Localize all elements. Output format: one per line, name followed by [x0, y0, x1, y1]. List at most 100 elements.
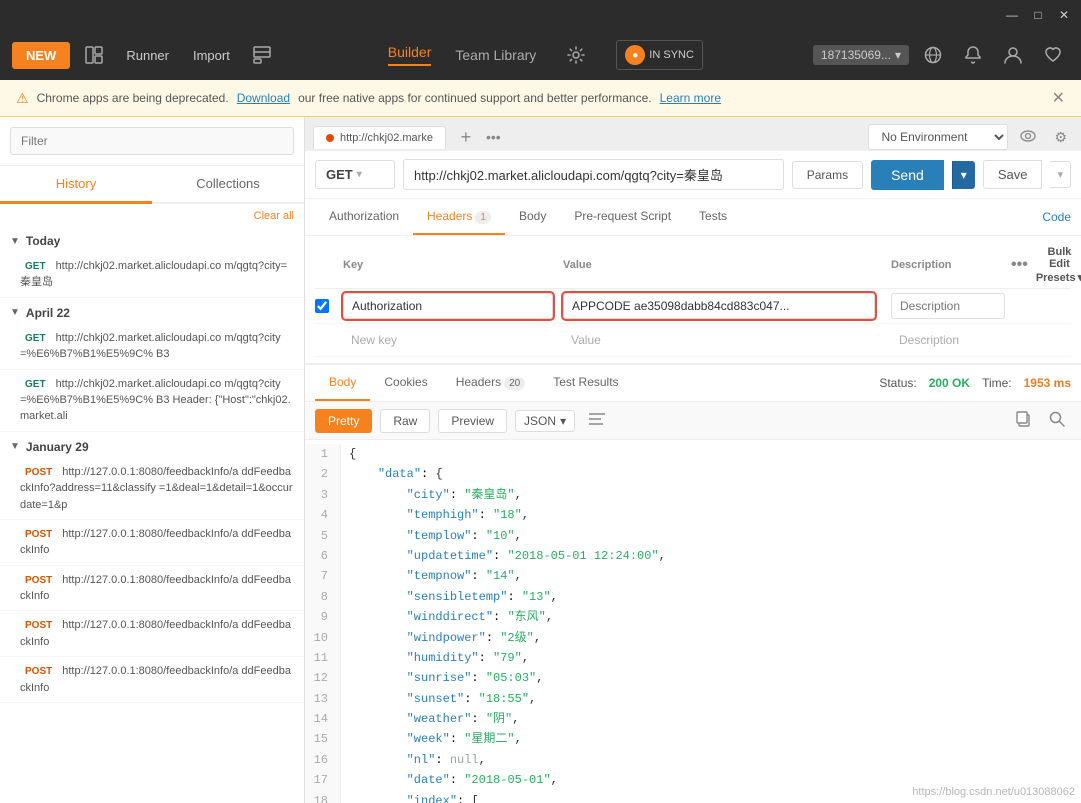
- account-button[interactable]: 187135069... ▾: [813, 45, 909, 65]
- status-value: 200 OK: [929, 376, 970, 390]
- copy-icon[interactable]: [1009, 408, 1037, 433]
- heart-icon[interactable]: [1037, 39, 1069, 71]
- description-input[interactable]: [891, 293, 1005, 319]
- line-content: "week": "星期二",: [349, 729, 1081, 749]
- method-badge: POST: [20, 574, 57, 587]
- layout2-icon[interactable]: [246, 39, 278, 71]
- tab-headers[interactable]: Headers1: [413, 199, 505, 235]
- environment-select[interactable]: No Environment: [868, 124, 1008, 150]
- list-item[interactable]: GEThttp://chkj02.market.alicloudapi.co m…: [0, 324, 304, 370]
- code-line: 12 "sunrise": "05:03",: [305, 668, 1081, 688]
- search-icon[interactable]: [1043, 408, 1071, 433]
- row-checkbox[interactable]: [315, 299, 329, 313]
- titlebar: — □ ✕: [0, 0, 1081, 30]
- send-button[interactable]: Send: [871, 160, 944, 190]
- group-name: Today: [26, 234, 60, 248]
- presets-button[interactable]: Presets ▾: [1036, 271, 1081, 284]
- minimize-button[interactable]: —: [1003, 6, 1021, 24]
- code-link[interactable]: Code: [1042, 210, 1071, 224]
- format-selector[interactable]: JSON ▾: [515, 410, 575, 432]
- value-input[interactable]: [563, 293, 875, 319]
- raw-button[interactable]: Raw: [380, 409, 430, 433]
- resp-tab-headers[interactable]: Headers20: [442, 365, 539, 401]
- code-line: 3 "city": "秦皇岛",: [305, 485, 1081, 505]
- align-icon[interactable]: [583, 409, 611, 432]
- key-column-header: Key: [343, 259, 563, 271]
- warning-close-button[interactable]: ✕: [1052, 88, 1065, 108]
- preview-button[interactable]: Preview: [438, 409, 507, 433]
- bell-icon[interactable]: [957, 39, 989, 71]
- arrow-icon: ▼: [10, 236, 20, 247]
- tab-body[interactable]: Body: [505, 199, 560, 235]
- close-button[interactable]: ✕: [1055, 6, 1073, 24]
- history-url: http://127.0.0.1:8080/feedbackInfo/a ddF…: [20, 665, 291, 693]
- maximize-button[interactable]: □: [1029, 6, 1047, 24]
- code-area: 1{2 "data": {3 "city": "秦皇岛",4 "temphigh…: [305, 440, 1081, 803]
- pretty-button[interactable]: Pretty: [315, 409, 372, 433]
- method-arrow-icon: ▾: [357, 169, 362, 180]
- globe-icon[interactable]: [917, 39, 949, 71]
- user-icon[interactable]: [997, 39, 1029, 71]
- sidebar-tab-collections[interactable]: Collections: [152, 166, 304, 202]
- code-line: 13 "sunset": "18:55",: [305, 689, 1081, 709]
- learn-more-link[interactable]: Learn more: [660, 91, 721, 105]
- tab-more-button[interactable]: •••: [486, 129, 501, 145]
- line-content: "humidity": "79",: [349, 648, 1081, 668]
- tab-authorization[interactable]: Authorization: [315, 199, 413, 235]
- save-button[interactable]: Save: [983, 160, 1043, 189]
- url-input[interactable]: [403, 159, 784, 190]
- method-badge: POST: [20, 466, 57, 479]
- import-button[interactable]: Import: [185, 44, 238, 67]
- history-group-header[interactable]: ▼January 29: [0, 432, 304, 458]
- list-item[interactable]: GEThttp://chkj02.market.alicloudapi.co m…: [0, 370, 304, 432]
- response-toolbar: Pretty Raw Preview JSON ▾: [305, 402, 1081, 440]
- new-button[interactable]: NEW: [12, 42, 70, 69]
- method-badge: GET: [20, 332, 51, 345]
- history-url: http://127.0.0.1:8080/feedbackInfo/a ddF…: [20, 619, 291, 647]
- tab-indicator: [326, 134, 334, 142]
- env-selector: No Environment ⚙: [868, 124, 1073, 150]
- runner-button[interactable]: Runner: [118, 44, 177, 67]
- tab-tests[interactable]: Tests: [685, 199, 741, 235]
- history-group-header[interactable]: ▼April 22: [0, 298, 304, 324]
- settings-icon[interactable]: [560, 39, 592, 71]
- history-group-header[interactable]: ▼ Today: [0, 226, 304, 252]
- method-badge: POST: [20, 528, 57, 541]
- method-selector[interactable]: GET ▾: [315, 160, 395, 189]
- key-input[interactable]: [343, 293, 553, 319]
- env-gear-icon[interactable]: ⚙: [1048, 127, 1073, 148]
- line-content: "sunset": "18:55",: [349, 689, 1081, 709]
- resp-tab-test-results[interactable]: Test Results: [539, 365, 632, 401]
- description-placeholder: Description: [891, 328, 1011, 352]
- line-content: "weather": "阴",: [349, 709, 1081, 729]
- clear-all-button[interactable]: Clear all: [254, 210, 294, 222]
- list-item[interactable]: GEThttp://chkj02.market.alicloudapi.co m…: [0, 252, 304, 298]
- team-library-tab[interactable]: Team Library: [455, 47, 536, 63]
- more-icon[interactable]: •••: [1011, 256, 1028, 274]
- line-content: "tempnow": "14",: [349, 566, 1081, 586]
- list-item[interactable]: POSThttp://127.0.0.1:8080/feedbackInfo/a…: [0, 611, 304, 657]
- builder-tab[interactable]: Builder: [388, 44, 432, 66]
- filter-input[interactable]: [10, 127, 294, 155]
- method-badge: POST: [20, 619, 57, 632]
- bulk-edit-button[interactable]: Bulk Edit: [1036, 246, 1081, 270]
- list-item[interactable]: POSThttp://127.0.0.1:8080/feedbackInfo/a…: [0, 566, 304, 612]
- code-line: 6 "updatetime": "2018-05-01 12:24:00",: [305, 546, 1081, 566]
- tab-pre-request[interactable]: Pre-request Script: [560, 199, 685, 235]
- request-tab[interactable]: http://chkj02.marke: [313, 126, 446, 149]
- new-tab-button[interactable]: +: [452, 123, 480, 151]
- code-line: 18 "index": [: [305, 791, 1081, 803]
- list-item[interactable]: POSThttp://127.0.0.1:8080/feedbackInfo/a…: [0, 657, 304, 703]
- params-button[interactable]: Params: [792, 161, 863, 189]
- list-item[interactable]: POSThttp://127.0.0.1:8080/feedbackInfo/a…: [0, 520, 304, 566]
- resp-tab-cookies[interactable]: Cookies: [370, 365, 441, 401]
- send-arrow-button[interactable]: ▾: [952, 161, 975, 189]
- layout-icon[interactable]: [78, 39, 110, 71]
- download-link[interactable]: Download: [237, 91, 290, 105]
- save-arrow-button[interactable]: ▾: [1050, 161, 1071, 188]
- sidebar-tab-history[interactable]: History: [0, 166, 152, 204]
- resp-tab-body[interactable]: Body: [315, 365, 370, 401]
- list-item[interactable]: POSThttp://127.0.0.1:8080/feedbackInfo/a…: [0, 458, 304, 520]
- sync-button[interactable]: ● IN SYNC: [616, 40, 703, 70]
- env-eye-icon[interactable]: [1014, 127, 1042, 147]
